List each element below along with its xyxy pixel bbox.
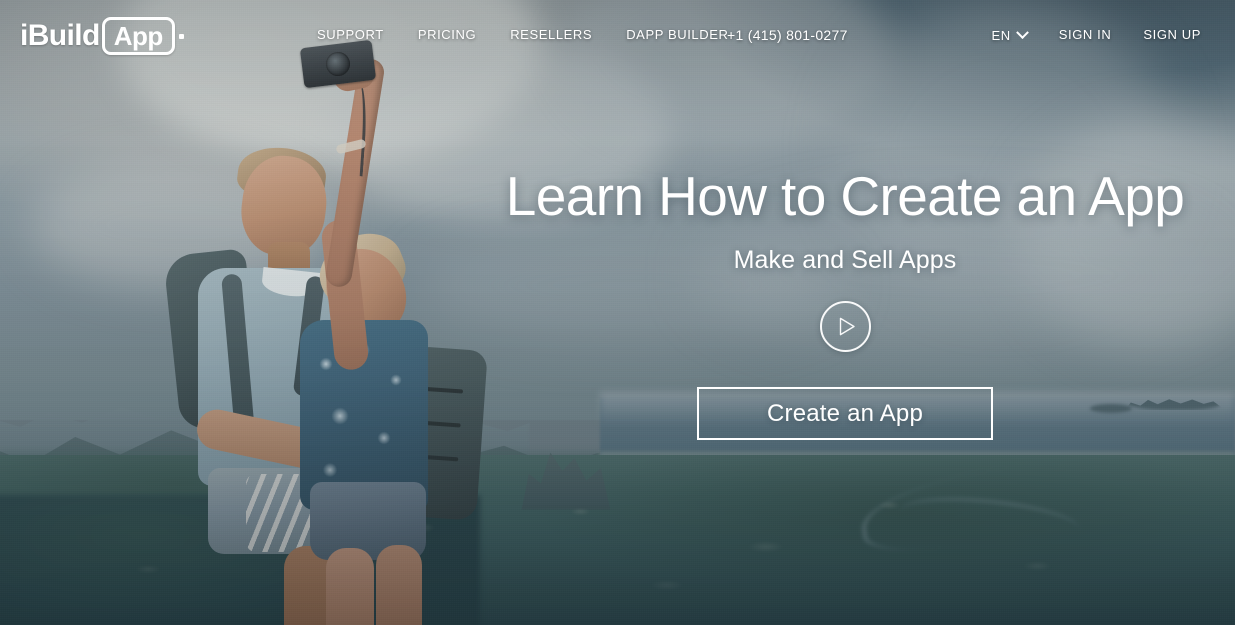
language-selector[interactable]: EN [975, 25, 1042, 43]
logo-text: iBuild [20, 19, 100, 52]
logo-ibuildapp[interactable]: iBuild App [20, 17, 184, 55]
play-button-row [500, 301, 1190, 353]
nav-link-pricing[interactable]: PRICING [401, 0, 493, 70]
play-icon [839, 317, 856, 336]
sign-up-link[interactable]: SIGN UP [1127, 0, 1217, 70]
language-label: EN [991, 27, 1011, 43]
secondary-nav: EN SIGN IN SIGN UP [975, 0, 1217, 70]
sign-in-link[interactable]: SIGN IN [1043, 0, 1128, 70]
create-an-app-button[interactable]: Create an App [697, 387, 993, 441]
logo-boxed-text: App [113, 20, 164, 51]
nav-link-resellers[interactable]: RESELLERS [493, 0, 609, 70]
nav-link-support[interactable]: SUPPORT [300, 0, 401, 70]
primary-nav: SUPPORT PRICING RESELLERS DAPP BUILDER [300, 0, 746, 70]
hero-section: iBuild App SUPPORT PRICING RESELLERS DAP… [0, 0, 1235, 625]
cta-row: Create an App [500, 387, 1190, 441]
page-title: Learn How to Create an App [505, 165, 1185, 227]
logo-dot-icon [178, 33, 184, 39]
nav-link-dapp-builder[interactable]: DAPP BUILDER [609, 0, 745, 70]
logo-device-icon: App [101, 17, 175, 55]
top-navigation-bar: iBuild App SUPPORT PRICING RESELLERS DAP… [0, 0, 1235, 70]
play-video-button[interactable] [819, 301, 871, 353]
hero-inner: Learn How to Create an App Make and Sell… [500, 165, 1190, 441]
chevron-down-icon [1015, 25, 1029, 39]
hero-subtitle: Make and Sell Apps [733, 246, 957, 275]
phone-number[interactable]: +1 (415) 801-0277 [727, 0, 848, 70]
